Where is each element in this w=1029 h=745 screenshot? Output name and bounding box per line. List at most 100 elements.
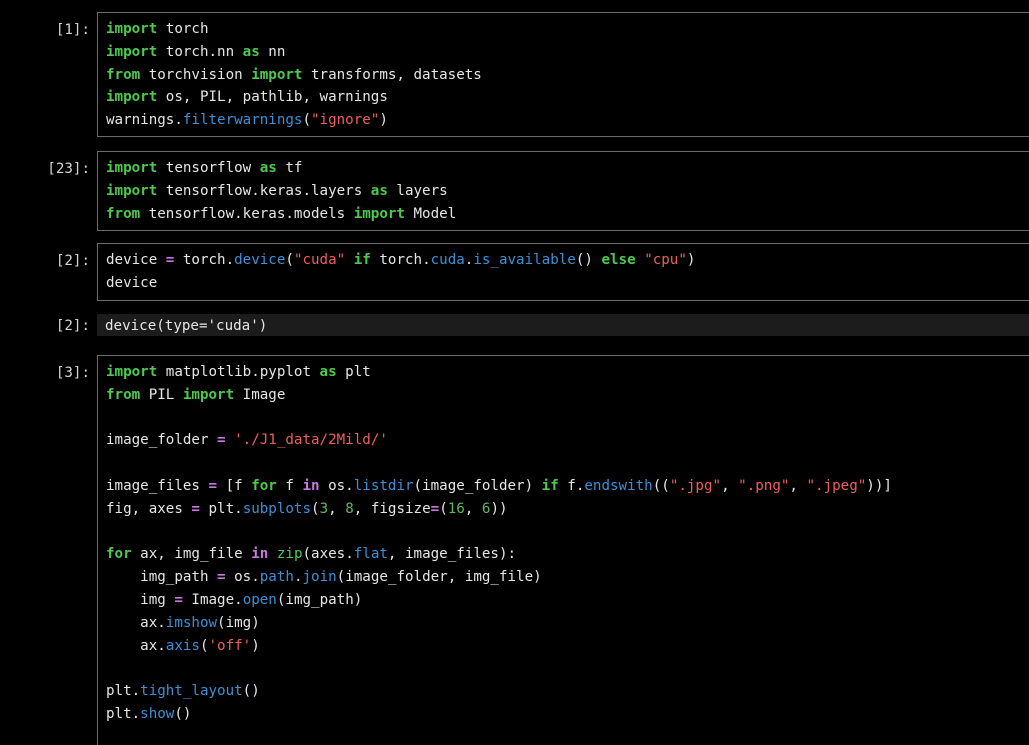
code-token: =	[174, 591, 183, 608]
cell-prompt: [3]:	[55, 365, 90, 381]
code-token: in	[302, 477, 320, 494]
code-token: torch.	[174, 252, 235, 268]
code-editor[interactable]: import torch import torch.nn as nn from …	[97, 12, 1029, 137]
code-line: import os, PIL, pathlib, warnings	[106, 86, 1029, 109]
code-token: import	[106, 89, 158, 106]
code-token: transforms, datasets	[302, 66, 482, 83]
code-token: cuda	[430, 252, 465, 268]
code-token: ,	[464, 500, 482, 517]
code-line: device = torch.device("cuda" if torch.cu…	[106, 249, 1029, 272]
code-token: is_available	[473, 252, 576, 268]
code-token: image_files	[106, 477, 209, 494]
code-token: os.	[319, 477, 354, 494]
code-token: warnings.	[106, 112, 183, 129]
code-line: img = Image.open(img_path)	[106, 589, 1029, 612]
code-token: torch	[157, 21, 209, 37]
code-line: plt.tight_layout()	[106, 680, 1029, 703]
code-token: ".png"	[738, 477, 790, 494]
code-token: , image_files):	[387, 546, 517, 563]
code-token: (	[199, 637, 209, 654]
code-token: import	[106, 182, 158, 199]
code-line: import torch.nn as nn	[106, 41, 1029, 64]
code-token: =	[430, 500, 440, 517]
code-token: layers	[387, 182, 448, 199]
code-token: else	[601, 252, 636, 268]
code-token: ax.	[106, 614, 166, 631]
code-token: ))]	[866, 477, 892, 494]
code-editor[interactable]: device = torch.device("cuda" if torch.cu…	[97, 243, 1029, 301]
code-token: ,	[789, 477, 807, 494]
code-token: fig, axes	[106, 500, 192, 517]
code-editor[interactable]: import matplotlib.pyplot as plt from PIL…	[97, 355, 1029, 745]
code-line: for ax, img_file in zip(axes.flat, image…	[106, 543, 1029, 566]
code-token: device	[106, 274, 158, 291]
code-token: )	[251, 637, 260, 654]
code-token: import	[106, 160, 158, 176]
code-token: subplots	[242, 500, 312, 517]
code-token: import	[251, 66, 303, 83]
code-token: 16	[447, 500, 465, 517]
code-token: [f	[217, 477, 252, 494]
code-token: flat	[353, 546, 388, 563]
code-line: import tensorflow.keras.layers as layers	[106, 180, 1029, 203]
code-token: for	[251, 477, 277, 494]
output-prompt: [2]:	[55, 318, 90, 334]
code-token: nn	[259, 43, 286, 60]
code-token: as	[370, 182, 388, 199]
code-line: import torch	[106, 18, 1029, 41]
code-line: from PIL import Image	[106, 384, 1029, 407]
code-token: from	[106, 386, 141, 403]
code-token: if	[541, 477, 559, 494]
code-token: plt	[336, 364, 371, 380]
code-token: )	[379, 112, 388, 129]
code-token: as	[259, 160, 277, 176]
code-token: ()	[575, 252, 602, 268]
code-line: import matplotlib.pyplot as plt	[106, 361, 1029, 384]
code-token: plt.	[199, 500, 243, 517]
code-token: listdir	[353, 477, 414, 494]
code-token: as	[242, 43, 260, 60]
code-token: os.	[225, 569, 260, 586]
code-token: ,	[721, 477, 739, 494]
code-token: img_path	[106, 569, 218, 586]
code-token: ax.	[106, 637, 166, 654]
code-token: plt.	[106, 683, 141, 700]
output-area: device(type='cuda')	[97, 314, 1029, 336]
code-token: "ignore"	[311, 112, 380, 129]
code-token: torch.nn	[157, 43, 243, 60]
code-token: =	[191, 500, 200, 517]
code-token: torch.	[370, 252, 431, 268]
cell-prompt: [23]:	[47, 161, 90, 177]
code-token: ".jpeg"	[806, 477, 867, 494]
code-token: =	[208, 477, 218, 494]
code-line: import tensorflow as tf	[106, 157, 1029, 180]
code-token: (image_folder, img_file)	[336, 569, 542, 586]
code-token: as	[319, 364, 337, 380]
code-token: plt.	[106, 705, 141, 722]
code-editor[interactable]: import tensorflow as tf import tensorflo…	[97, 151, 1029, 231]
code-token: ,	[328, 500, 346, 517]
code-token: 'off'	[208, 637, 252, 654]
code-token: Model	[404, 205, 457, 222]
cell-prompt: [2]:	[55, 253, 90, 269]
code-token: in	[251, 546, 269, 563]
code-token: import	[106, 43, 158, 60]
code-token: (	[439, 500, 448, 517]
code-token: join	[302, 569, 337, 586]
code-token: tight_layout	[140, 683, 243, 700]
code-token: tensorflow	[157, 160, 260, 176]
code-token: 3	[319, 500, 329, 517]
code-token: (img_path)	[276, 591, 363, 608]
code-token: img	[106, 591, 175, 608]
code-line: from tensorflow.keras.models import Mode…	[106, 203, 1029, 226]
code-token: "cpu"	[644, 252, 687, 268]
code-token: f	[276, 477, 303, 494]
code-token: from	[106, 66, 141, 83]
code-token: import	[106, 21, 158, 37]
